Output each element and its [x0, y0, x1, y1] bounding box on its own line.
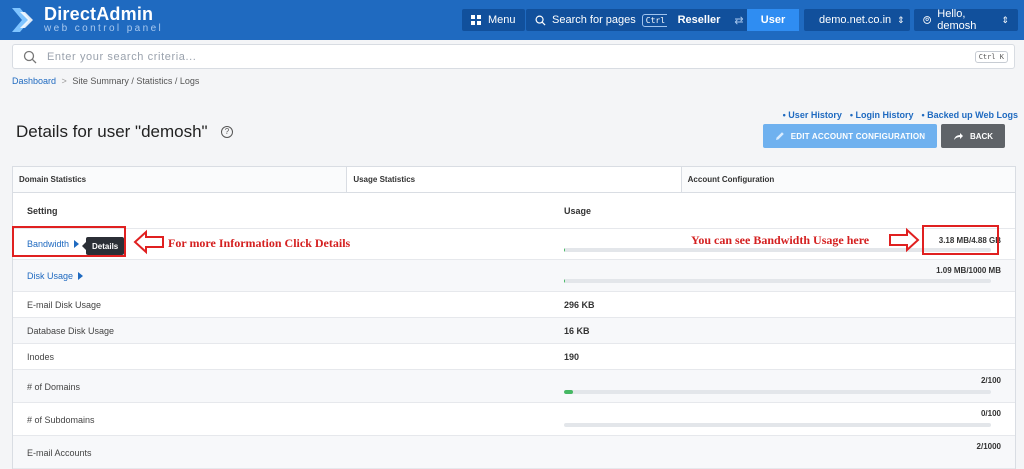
- table-row-inodes: Inodes 190: [13, 344, 1015, 370]
- user-menu[interactable]: Hello, demosh ⇕: [914, 8, 1018, 32]
- chevron-updown-icon: ⇕: [897, 14, 905, 25]
- menu-button[interactable]: Menu: [462, 9, 525, 31]
- disk-usage-label: Disk Usage: [27, 271, 74, 281]
- table-header: Setting Usage: [13, 193, 1015, 229]
- setting-column-header: Setting: [27, 205, 58, 216]
- tab-domain-statistics[interactable]: Domain Statistics: [13, 167, 348, 192]
- user-label: Hello, demosh: [937, 8, 977, 32]
- domains-progress: [564, 390, 991, 394]
- search-icon: [535, 15, 546, 26]
- subdomains-progress: [564, 423, 991, 427]
- database-disk-usage-value: 16 KB: [564, 326, 590, 336]
- database-disk-usage-label: Database Disk Usage: [27, 326, 115, 336]
- breadcrumb: Dashboard > Site Summary / Statistics / …: [12, 76, 199, 86]
- menu-label: Menu: [488, 14, 516, 26]
- breadcrumb-current: Site Summary / Statistics / Logs: [72, 76, 200, 86]
- email-disk-usage-value: 296 KB: [564, 300, 595, 310]
- back-button[interactable]: BACK: [941, 124, 1005, 148]
- logo-subtitle: web control panel: [44, 23, 164, 34]
- subdomains-value: 0/100: [980, 409, 1001, 418]
- table-row-database-disk-usage: Database Disk Usage 16 KB: [13, 318, 1015, 344]
- inodes-label: Inodes: [27, 352, 55, 362]
- back-label: BACK: [969, 131, 994, 141]
- disk-usage-link[interactable]: Disk Usage: [27, 271, 84, 281]
- right-arrow-annotation-icon: [889, 227, 920, 253]
- logo-chevron-icon: [10, 6, 36, 34]
- details-annotation-text: For more Information Click Details: [168, 236, 351, 250]
- page-title: Details for user "demosh": [16, 122, 208, 141]
- domains-progress-fill: [564, 390, 573, 394]
- breadcrumb-separator: >: [61, 76, 67, 86]
- search-shortcut: Ctrl K: [974, 50, 1008, 63]
- backed-up-web-logs-link[interactable]: • Backed up Web Logs: [922, 110, 1019, 120]
- table-row-disk-usage: Disk Usage 1.09 MB/1000 MB: [13, 260, 1015, 292]
- email-disk-usage-label: E-mail Disk Usage: [27, 300, 102, 310]
- search-pages-button[interactable]: Search for pages Ctrl J: [526, 9, 688, 31]
- search-input[interactable]: [47, 46, 975, 67]
- domain-select[interactable]: demo.net.co.in ⇕: [804, 9, 910, 31]
- pencil-icon: [775, 132, 784, 140]
- details-highlight-box: [12, 226, 126, 257]
- disk-usage-value: 1.09 MB/1000 MB: [936, 266, 1001, 275]
- inodes-value: 190: [564, 352, 580, 362]
- role-reseller[interactable]: Reseller: [667, 9, 731, 31]
- user-icon: [923, 16, 931, 24]
- stats-tabs: Domain Statistics Usage Statistics Accou…: [12, 166, 1016, 193]
- help-icon[interactable]: ?: [221, 126, 233, 138]
- swap-arrows-icon: ⇄: [734, 14, 744, 27]
- grid-icon: [471, 15, 481, 25]
- role-user[interactable]: User: [747, 9, 799, 31]
- tab-usage-statistics[interactable]: Usage Statistics: [347, 167, 682, 192]
- domains-label: # of Domains: [27, 382, 81, 392]
- breadcrumb-dashboard[interactable]: Dashboard: [12, 76, 56, 86]
- table-row-subdomains: # of Subdomains 0/100: [13, 403, 1015, 436]
- edit-account-configuration-button[interactable]: EDIT ACCOUNT CONFIGURATION: [763, 124, 937, 148]
- user-history-link[interactable]: • User History: [783, 110, 842, 120]
- subdomains-label: # of Subdomains: [27, 415, 95, 425]
- domains-value: 2/100: [980, 376, 1001, 385]
- bandwidth-value-highlight-box: [922, 225, 999, 255]
- table-row-email-disk-usage: E-mail Disk Usage 296 KB: [13, 292, 1015, 318]
- usage-column-header: Usage: [564, 205, 592, 216]
- history-links: • User History • Login History • Backed …: [783, 110, 1018, 120]
- global-search: Ctrl K: [12, 44, 1015, 69]
- login-history-link[interactable]: • Login History: [850, 110, 914, 120]
- logo-title: DirectAdmin: [44, 4, 154, 24]
- role-switch[interactable]: Reseller ⇄ User: [667, 9, 799, 31]
- left-arrow-annotation-icon: [133, 229, 164, 255]
- directadmin-logo[interactable]: DirectAdmin web control panel: [10, 5, 163, 35]
- tab-account-configuration[interactable]: Account Configuration: [681, 167, 1015, 192]
- table-row-email-accounts: E-mail Accounts 2/1000: [13, 436, 1015, 469]
- chevron-updown-icon: ⇕: [1001, 14, 1009, 25]
- top-header: DirectAdmin web control panel Menu Searc…: [0, 0, 1024, 40]
- edit-account-configuration-label: EDIT ACCOUNT CONFIGURATION: [790, 131, 926, 141]
- domain-label: demo.net.co.in: [819, 14, 892, 26]
- caret-right-icon: [78, 272, 84, 280]
- arrow-icon: [953, 132, 963, 140]
- search-icon: [23, 50, 37, 63]
- email-accounts-value: 2/1000: [976, 442, 1001, 451]
- bandwidth-annotation-text: You can see Bandwidth Usage here: [691, 233, 870, 247]
- email-accounts-label: E-mail Accounts: [27, 448, 92, 458]
- disk-usage-progress: [564, 279, 991, 283]
- search-pages-label: Search for pages: [552, 14, 636, 26]
- table-row-domains: # of Domains 2/100: [13, 370, 1015, 403]
